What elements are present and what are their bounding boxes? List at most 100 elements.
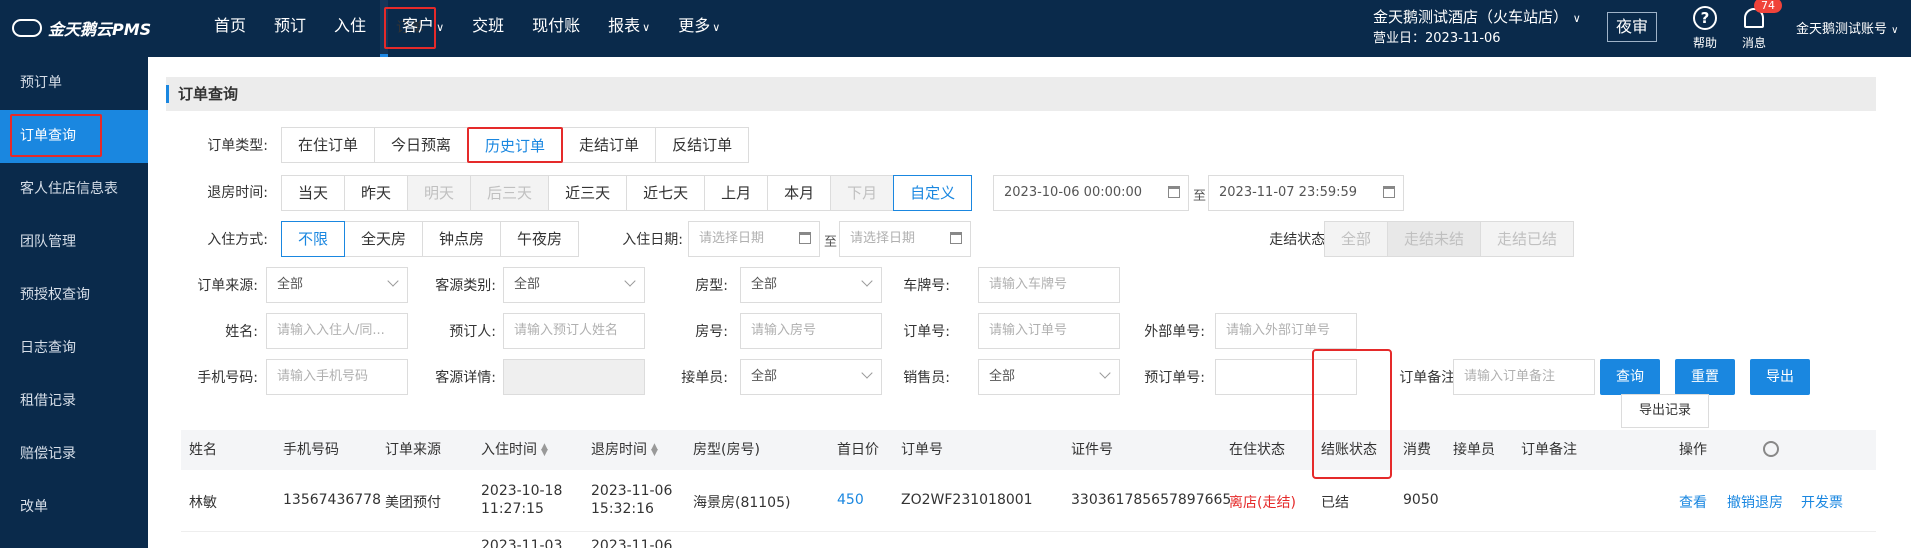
page-title: 订单查询	[166, 77, 1876, 111]
checkout-last-month[interactable]: 上月	[704, 175, 769, 211]
checkout-next-month[interactable]: 下月	[830, 175, 895, 211]
checkout-last-7-days[interactable]: 近七天	[626, 175, 706, 211]
order-type-history[interactable]: 历史订单	[467, 127, 564, 163]
logo[interactable]: 金天鹅云PMS	[12, 16, 151, 40]
remark-input[interactable]: 请输入订单备注	[1453, 359, 1595, 395]
checkout-date-from[interactable]: 2023-10-06 00:00:00	[993, 175, 1189, 211]
nav-more[interactable]: 更多 ∨	[664, 0, 734, 57]
sidebar-item-order-query[interactable]: 订单查询	[0, 110, 148, 163]
ext-no-input[interactable]: 请输入外部订单号	[1215, 313, 1357, 349]
nav-customers[interactable]: 客户 ∨	[388, 0, 458, 57]
nav-shift[interactable]: 交班	[458, 0, 518, 57]
night-audit-button[interactable]: 夜审	[1607, 12, 1657, 42]
messages-button[interactable]: 74 消息	[1742, 0, 1782, 51]
chevron-down-icon	[1099, 367, 1111, 379]
checkin-mode-full-day[interactable]: 全天房	[344, 221, 424, 257]
logo-text: 金天鹅云PMS	[48, 20, 152, 39]
checkout-next-3-days[interactable]: 后三天	[470, 175, 550, 211]
checkout-last-3-days[interactable]: 近三天	[548, 175, 628, 211]
nav-home[interactable]: 首页	[200, 0, 260, 57]
checkout-today[interactable]: 当天	[281, 175, 346, 211]
col-checkout[interactable]: 退房时间 ▲ ▼	[591, 430, 658, 470]
calendar-icon	[1383, 186, 1395, 198]
phone-input[interactable]: 请输入手机号码	[266, 359, 408, 395]
table-row: 2023-11-03 2023-11-06	[181, 532, 1876, 548]
view-link[interactable]: 查看	[1679, 492, 1707, 512]
cell-stay-status: 离店(走结)	[1229, 495, 1296, 511]
export-log-button[interactable]: 导出记录	[1621, 394, 1709, 428]
sidebar-item-guest-info[interactable]: 客人住店信息表	[0, 163, 148, 216]
gear-icon[interactable]	[1763, 441, 1779, 457]
checkout-this-month[interactable]: 本月	[767, 175, 832, 211]
sidebar-item-logs[interactable]: 日志查询	[0, 322, 148, 375]
cell-source: 美团预付	[385, 495, 441, 511]
checkin-mode-hourly[interactable]: 钟点房	[422, 221, 502, 257]
checkout-custom[interactable]: 自定义	[893, 175, 973, 211]
sales-select[interactable]: 全部	[978, 359, 1120, 395]
cell-checkout: 2023-11-06 15:32:16	[591, 483, 673, 517]
checkin-mode-any[interactable]: 不限	[281, 221, 346, 257]
sidebar-item-preauth[interactable]: 预授权查询	[0, 269, 148, 322]
checkout-time-group: 当天 昨天 明天 后三天 近三天 近七天 上月 本月 下月 自定义	[281, 175, 973, 211]
guest-type-select[interactable]: 全部	[503, 267, 645, 303]
invoice-link[interactable]: 开发票	[1801, 492, 1843, 512]
nav-cash[interactable]: 现付账	[518, 0, 594, 57]
message-count-badge: 74	[1754, 0, 1782, 13]
guest-type-label: 客源类别:	[435, 278, 496, 294]
sidebar-item-groups[interactable]: 团队管理	[0, 216, 148, 269]
guest-detail-label: 客源详情:	[435, 370, 496, 386]
room-no-input[interactable]: 请输入房号	[740, 313, 882, 349]
main-content: 订单查询 订单类型: 在住订单 今日预离 历史订单 走结订单 反结订单 退房时间…	[148, 57, 1911, 548]
order-type-walk-settle[interactable]: 走结订单	[562, 127, 657, 163]
settle-status-settled[interactable]: 走结已结	[1480, 221, 1575, 257]
nav-booking[interactable]: 预订	[260, 0, 320, 57]
order-type-reverse[interactable]: 反结订单	[655, 127, 750, 163]
room-type-select[interactable]: 全部	[740, 267, 882, 303]
booker-input[interactable]: 请输入预订人姓名	[503, 313, 645, 349]
guest-detail-input[interactable]	[503, 359, 645, 395]
checkout-tomorrow[interactable]: 明天	[407, 175, 472, 211]
checkout-yesterday[interactable]: 昨天	[344, 175, 409, 211]
checkin-date-to[interactable]: 请选择日期	[839, 221, 971, 257]
name-input[interactable]: 请输入入住人/同...	[266, 313, 408, 349]
help-button[interactable]: ? 帮助	[1693, 6, 1717, 51]
cell-settle-status: 已结	[1321, 495, 1349, 511]
col-source: 订单来源	[385, 442, 441, 458]
account-menu[interactable]: 金天鹅测试账号 ∨	[1796, 18, 1898, 37]
nav-checkin[interactable]: 入住	[320, 0, 380, 57]
search-button[interactable]: 查询	[1600, 359, 1660, 395]
cell-consumption: 9050	[1403, 492, 1439, 508]
col-consumption: 消费	[1403, 442, 1431, 458]
source-select[interactable]: 全部	[266, 267, 408, 303]
undo-checkout-link[interactable]: 撤销退房	[1727, 492, 1783, 512]
nav-reports[interactable]: 报表 ∨	[594, 0, 664, 57]
booking-no-input[interactable]	[1215, 359, 1357, 395]
sidebar-item-compensation[interactable]: 赔偿记录	[0, 428, 148, 481]
settle-status-all[interactable]: 全部	[1324, 221, 1389, 257]
checkin-mode-midnight[interactable]: 午夜房	[500, 221, 580, 257]
col-checkin[interactable]: 入住时间 ▲ ▼	[481, 430, 548, 470]
booker-label: 预订人:	[449, 324, 496, 340]
sidebar-item-modify[interactable]: 改单	[0, 481, 148, 534]
cell-checkin: 2023-11-03	[481, 538, 563, 548]
receiver-select[interactable]: 全部	[740, 359, 882, 395]
cell-price[interactable]: 450	[837, 492, 864, 508]
checkout-time-label: 退房时间:	[207, 185, 268, 201]
reset-button[interactable]: 重置	[1675, 359, 1735, 395]
cell-phone: 13567436778	[283, 492, 381, 508]
order-no-input[interactable]: 请输入订单号	[978, 313, 1120, 349]
col-receiver: 接单员	[1453, 442, 1495, 458]
sidebar-item-rentals[interactable]: 租借记录	[0, 375, 148, 428]
plate-input[interactable]: 请输入车牌号	[978, 267, 1120, 303]
settle-status-unsettled[interactable]: 走结未结	[1387, 221, 1482, 257]
order-type-due-out[interactable]: 今日预离	[374, 127, 469, 163]
nav-orders[interactable]: 订单	[380, 0, 437, 57]
checkin-date-from[interactable]: 请选择日期	[688, 221, 820, 257]
hotel-selector[interactable]: 金天鹅测试酒店（火车站店） ∨ 营业日：2023-11-06	[1373, 7, 1581, 49]
sidebar-item-bookings[interactable]: 预订单	[0, 57, 148, 110]
col-remark: 订单备注	[1521, 442, 1577, 458]
calendar-icon	[950, 232, 962, 244]
export-button[interactable]: 导出	[1750, 359, 1810, 395]
checkout-date-to[interactable]: 2023-11-07 23:59:59	[1208, 175, 1404, 211]
order-type-in-house[interactable]: 在住订单	[281, 127, 376, 163]
